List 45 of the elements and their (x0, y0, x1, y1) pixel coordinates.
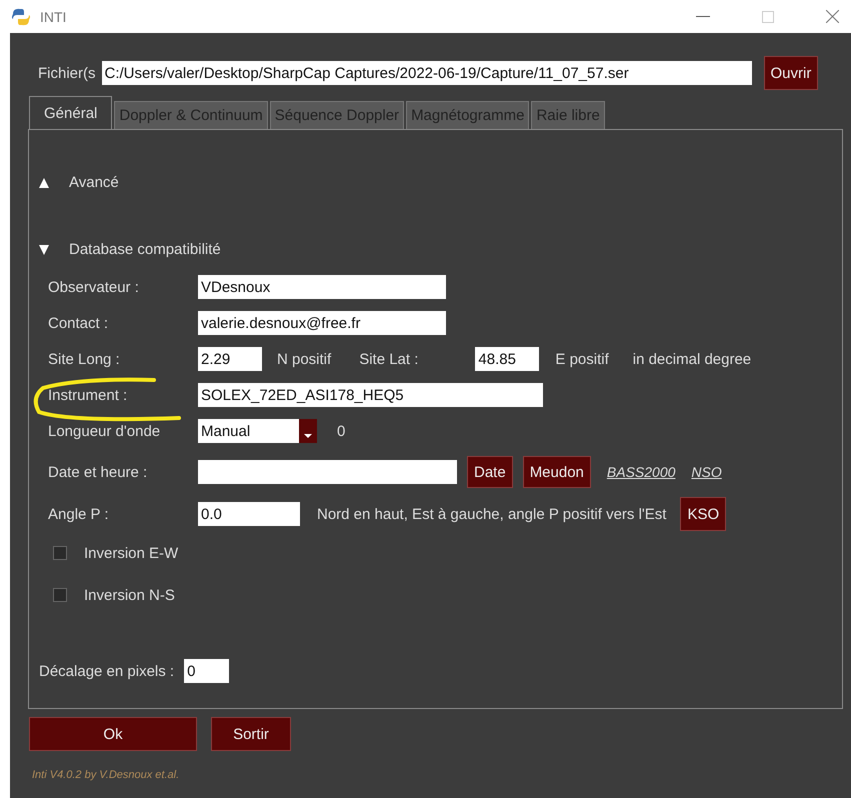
date-label: Date et heure : (48, 464, 148, 480)
date-field[interactable] (198, 460, 457, 484)
decimal-degree-note: in decimal degree (632, 350, 752, 368)
checkbox[interactable] (53, 546, 67, 560)
instrument-label: Instrument : (48, 386, 128, 404)
section-toggle[interactable]: Avancé (39, 174, 119, 191)
observer-field[interactable]: VDesnoux (198, 275, 446, 299)
tab[interactable]: Général (29, 96, 112, 129)
site-long-label: Site Long : (48, 350, 121, 368)
offset-field[interactable]: 0 (184, 659, 230, 683)
checkbox[interactable] (53, 588, 67, 602)
maximize-icon[interactable] (762, 10, 774, 22)
dialog-button[interactable]: Ok (29, 717, 197, 751)
latitude-unit: E positif (555, 350, 609, 368)
observer-label: Observateur : (48, 278, 140, 296)
section-toggle[interactable]: Database compatibilité (39, 241, 221, 258)
checkbox-label: Inversion E-W (84, 544, 178, 562)
link[interactable]: NSO (691, 464, 722, 480)
longitude-unit: N positif (277, 350, 332, 368)
version-text: Inti V4.0.2 by V.Desnoux et.al. (31, 768, 180, 781)
file-label: Fichier(s (38, 64, 96, 82)
angle-note: Nord en haut, Est à gauche, angle P positif vers l'Est (317, 506, 666, 522)
date-source-button[interactable]: Date (467, 456, 513, 488)
instrument-field[interactable]: SOLEX_72ED_ASI178_HEQ5 (198, 383, 543, 407)
close-icon[interactable] (826, 10, 839, 23)
file-path-field[interactable]: C:/Users/valer/Desktop/SharpCap Captures/2022-06-19/Capture/11_07_57.ser (102, 61, 752, 85)
site-lat-label: Site Lat : (359, 350, 418, 368)
wavelength-label: Longueur d'onde (48, 422, 162, 440)
longitude-field[interactable]: 2.29 (198, 347, 262, 371)
minimize-icon[interactable] (696, 16, 710, 18)
angle-field[interactable]: 0.0 (198, 502, 300, 526)
open-button[interactable]: Ouvrir (764, 56, 818, 90)
contact-label: Contact : (48, 314, 110, 332)
offset-label: Décalage en pixels : (39, 662, 174, 680)
window-title: INTI (40, 8, 66, 24)
dialog-button[interactable]: Sortir (211, 717, 291, 751)
kso-button[interactable]: KSO (680, 497, 726, 531)
date-source-button[interactable]: Meudon (522, 456, 591, 488)
link[interactable]: BASS2000 (606, 464, 676, 480)
latitude-field[interactable]: 48.85 (475, 347, 540, 371)
angle-label: Angle P : (48, 506, 110, 522)
wavelength-dropdown[interactable]: Manual (198, 419, 317, 443)
contact-field[interactable]: valerie.desnoux@free.fr (198, 311, 446, 335)
checkbox-label: Inversion N-S (84, 586, 175, 604)
wavelength-reading: 0 (337, 422, 346, 440)
